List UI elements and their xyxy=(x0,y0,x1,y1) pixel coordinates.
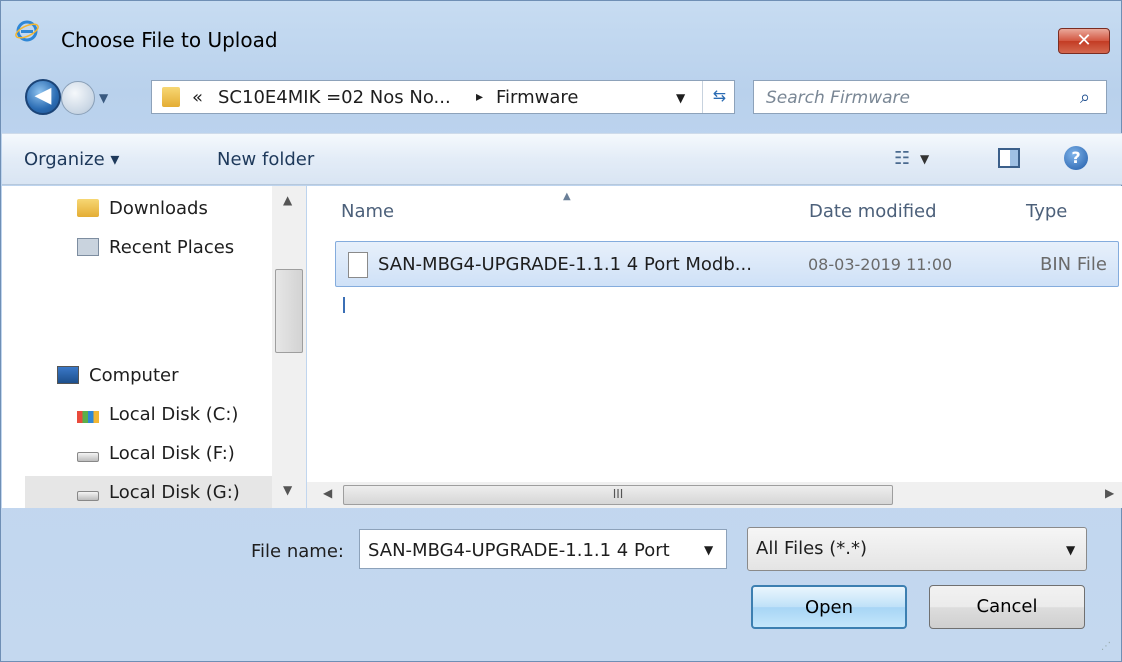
search-input[interactable]: Search Firmware xyxy=(766,88,910,108)
system-drive-icon xyxy=(77,411,99,423)
title-bar[interactable]: Choose File to Upload ✕ xyxy=(1,1,1121,54)
search-box[interactable]: Search Firmware ⌕ xyxy=(753,80,1107,114)
sidebar-item-label: Local Disk (G:) xyxy=(109,482,240,503)
filter-dropdown-icon[interactable]: ▼ xyxy=(1066,543,1075,557)
downloads-folder-icon xyxy=(77,199,99,217)
column-header-date-modified[interactable]: Date modified xyxy=(809,201,937,222)
column-header-type[interactable]: Type xyxy=(1026,201,1067,222)
text-caret xyxy=(343,297,345,313)
file-icon xyxy=(348,252,368,278)
breadcrumb-overflow[interactable]: « xyxy=(192,87,203,108)
file-type: BIN File xyxy=(1040,254,1107,275)
file-row[interactable]: SAN-MBG4-UPGRADE-1.1.1 4 Port Modb... 08… xyxy=(335,241,1119,287)
sidebar-item-computer[interactable]: Computer xyxy=(57,365,178,386)
back-button[interactable]: ◀ xyxy=(25,79,61,115)
horizontal-scroll-thumb[interactable]: III xyxy=(343,485,893,505)
forward-button[interactable] xyxy=(61,81,95,115)
new-folder-button[interactable]: New folder xyxy=(217,149,314,170)
vertical-scroll-thumb[interactable] xyxy=(275,269,303,353)
folder-icon xyxy=(162,87,180,107)
sidebar-item-local-disk-g[interactable]: Local Disk (G:) xyxy=(77,482,240,503)
recent-places-icon xyxy=(77,238,99,256)
sidebar-item-label: Local Disk (F:) xyxy=(109,443,235,464)
scroll-up-icon[interactable]: ▲ xyxy=(283,193,292,207)
file-list-pane[interactable] xyxy=(307,186,1122,482)
organize-button[interactable]: Organize ▾ xyxy=(24,149,119,170)
command-bar: Organize ▾ New folder ☷ ▼ ? xyxy=(2,133,1122,185)
search-icon[interactable]: ⌕ xyxy=(1080,87,1090,108)
scroll-right-icon[interactable]: ▶ xyxy=(1105,486,1114,500)
open-button[interactable]: Open xyxy=(751,585,907,629)
refresh-button[interactable]: ⇆ xyxy=(702,81,736,113)
file-date-modified: 08-03-2019 11:00 xyxy=(808,255,953,274)
file-name-field[interactable]: SAN-MBG4-UPGRADE-1.1.1 4 Port ▼ xyxy=(359,529,727,569)
preview-pane-icon[interactable] xyxy=(998,148,1020,168)
file-name-label: File name: xyxy=(251,541,344,562)
sidebar-item-local-disk-c[interactable]: Local Disk (C:) xyxy=(77,404,238,425)
file-upload-dialog: Choose File to Upload ✕ ◀ ▼ « SC10E4MIK … xyxy=(0,0,1122,662)
sidebar-item-downloads[interactable]: Downloads xyxy=(77,198,208,219)
help-icon[interactable]: ? xyxy=(1064,146,1088,170)
sidebar-item-label: Recent Places xyxy=(109,237,235,258)
file-name-dropdown-icon[interactable]: ▼ xyxy=(704,543,713,557)
ie-icon xyxy=(15,20,39,42)
horizontal-scrollbar[interactable]: ◀ III ▶ xyxy=(307,482,1122,508)
back-arrow-icon: ◀ xyxy=(34,83,52,108)
scroll-left-icon[interactable]: ◀ xyxy=(323,486,332,500)
refresh-icon: ⇆ xyxy=(712,86,727,105)
file-name: SAN-MBG4-UPGRADE-1.1.1 4 Port Modb... xyxy=(378,254,752,275)
address-dropdown-icon[interactable]: ▼ xyxy=(676,91,685,105)
sidebar-item-label: Downloads xyxy=(109,198,208,219)
view-dropdown-icon[interactable]: ▼ xyxy=(920,152,929,166)
sidebar-item-label: Local Disk (C:) xyxy=(109,404,239,425)
sidebar-item-recent-places[interactable]: Recent Places xyxy=(77,237,234,258)
breadcrumb-separator-icon[interactable]: ▸ xyxy=(476,89,483,105)
sidebar-item-label: Computer xyxy=(89,365,179,386)
recent-locations-dropdown-icon[interactable]: ▼ xyxy=(99,91,108,105)
file-type-filter-value: All Files (*.*) xyxy=(756,538,868,559)
file-name-value[interactable]: SAN-MBG4-UPGRADE-1.1.1 4 Port xyxy=(368,540,694,561)
sidebar-item-local-disk-f[interactable]: Local Disk (F:) xyxy=(77,443,235,464)
breadcrumb-current[interactable]: Firmware xyxy=(496,87,579,108)
breadcrumb-parent[interactable]: SC10E4MIK =02 Nos No... xyxy=(218,87,451,108)
column-header-name[interactable]: Name xyxy=(341,201,394,222)
close-button[interactable]: ✕ xyxy=(1058,28,1110,54)
cancel-button[interactable]: Cancel xyxy=(929,585,1085,629)
sort-ascending-icon: ▲ xyxy=(563,191,571,202)
address-bar[interactable]: « SC10E4MIK =02 Nos No... ▸ Firmware ▼ ⇆ xyxy=(151,80,735,114)
drive-icon xyxy=(77,452,99,462)
drive-icon xyxy=(77,491,99,501)
dialog-title: Choose File to Upload xyxy=(61,28,278,52)
scroll-down-icon[interactable]: ▼ xyxy=(283,483,292,497)
file-type-filter[interactable]: All Files (*.*) ▼ xyxy=(747,527,1087,571)
change-view-icon[interactable]: ☷ xyxy=(894,148,910,169)
computer-icon xyxy=(57,366,79,384)
resize-grip-icon[interactable]: ⋰ xyxy=(1101,641,1111,652)
